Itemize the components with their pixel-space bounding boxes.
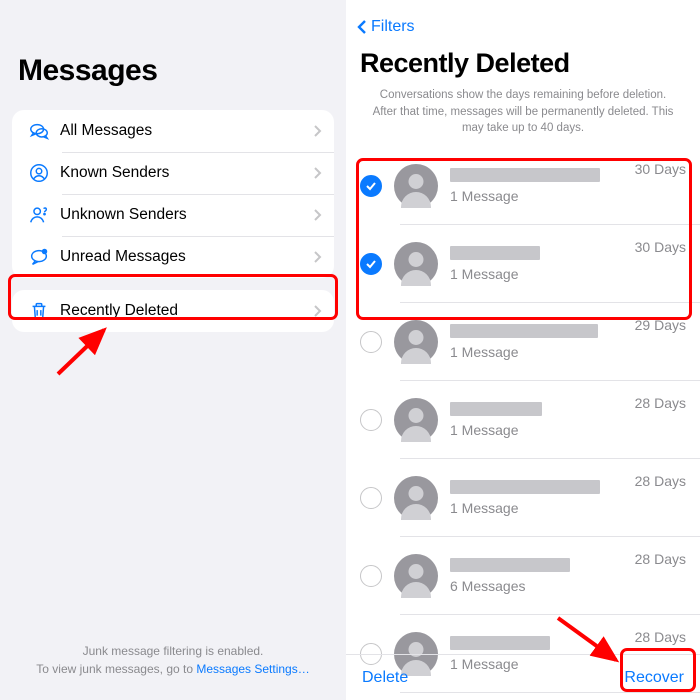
conversation-row[interactable]: 1 Message 30 Days [346, 225, 700, 303]
avatar [394, 398, 438, 442]
footer-note: Junk message filtering is enabled. To vi… [0, 642, 346, 678]
footer-line-1: Junk message filtering is enabled. [0, 642, 346, 660]
filters-card: All Messages Known Senders Unknown Senders… [12, 110, 334, 278]
chevron-right-icon [313, 124, 322, 138]
footer-prefix: To view junk messages, go to [36, 662, 196, 676]
messages-settings-link[interactable]: Messages Settings… [196, 662, 309, 676]
days-remaining: 28 Days [635, 551, 686, 567]
conversation-row[interactable]: 1 Message 28 Days [346, 381, 700, 459]
footer-line-2: To view junk messages, go to Messages Se… [0, 660, 346, 678]
redacted-name [450, 402, 542, 416]
days-remaining: 30 Days [635, 161, 686, 177]
row-label: Unknown Senders [54, 206, 313, 224]
bottom-toolbar: Delete Recover [346, 654, 700, 700]
message-count: 1 Message [450, 344, 688, 360]
avatar [394, 476, 438, 520]
back-label: Filters [371, 18, 415, 36]
avatar [394, 164, 438, 208]
chevron-left-icon [356, 18, 368, 36]
help-text: Conversations show the days remaining be… [346, 87, 700, 147]
redacted-name [450, 636, 550, 650]
message-count: 1 Message [450, 422, 688, 438]
back-to-filters[interactable]: Filters [346, 0, 700, 42]
days-remaining: 29 Days [635, 317, 686, 333]
select-checkbox[interactable] [360, 331, 382, 353]
row-label: Unread Messages [54, 248, 313, 266]
redacted-name [450, 168, 600, 182]
avatar [394, 242, 438, 286]
redacted-name [450, 558, 570, 572]
chevron-right-icon [313, 304, 322, 318]
select-checkbox[interactable] [360, 253, 382, 275]
trash-icon [24, 300, 54, 322]
days-remaining: 30 Days [635, 239, 686, 255]
chevron-right-icon [313, 208, 322, 222]
person-question-icon [24, 204, 54, 226]
recently-deleted-pane: Filters Recently Deleted Conversations s… [346, 0, 700, 700]
conversation-list: 1 Message30 Days1 Message30 Days1 Messag… [346, 147, 700, 693]
message-count: 6 Messages [450, 578, 688, 594]
message-count: 1 Message [450, 266, 688, 282]
filter-row-all-messages[interactable]: All Messages [12, 110, 334, 152]
select-checkbox[interactable] [360, 409, 382, 431]
message-count: 1 Message [450, 188, 688, 204]
select-checkbox[interactable] [360, 487, 382, 509]
filter-row-unknown-senders[interactable]: Unknown Senders [12, 194, 334, 236]
days-remaining: 28 Days [635, 629, 686, 645]
chevron-right-icon [313, 250, 322, 264]
page-title: Recently Deleted [346, 42, 700, 87]
avatar [394, 320, 438, 364]
redacted-name [450, 480, 600, 494]
row-label: Known Senders [54, 164, 313, 182]
recover-button[interactable]: Recover [624, 669, 684, 687]
conversation-row[interactable]: 1 Message 30 Days [346, 147, 700, 225]
redacted-name [450, 324, 598, 338]
bubble-dot-icon [24, 246, 54, 268]
recently-deleted-card: Recently Deleted [12, 290, 334, 332]
conversation-row[interactable]: 1 Message 28 Days [346, 459, 700, 537]
row-label: Recently Deleted [54, 302, 313, 320]
messages-filters-pane: Messages All Messages Known Senders Unknow… [0, 0, 346, 700]
days-remaining: 28 Days [635, 395, 686, 411]
days-remaining: 28 Days [635, 473, 686, 489]
person-circle-icon [24, 162, 54, 184]
chevron-right-icon [313, 166, 322, 180]
select-checkbox[interactable] [360, 565, 382, 587]
conversation-row[interactable]: 1 Message 29 Days [346, 303, 700, 381]
bubbles-icon [24, 120, 54, 142]
page-title: Messages [0, 0, 346, 102]
filter-row-unread-messages[interactable]: Unread Messages [12, 236, 334, 278]
message-count: 1 Message [450, 500, 688, 516]
delete-button[interactable]: Delete [362, 669, 408, 687]
row-label: All Messages [54, 122, 313, 140]
filter-row-known-senders[interactable]: Known Senders [12, 152, 334, 194]
avatar [394, 554, 438, 598]
conversation-row[interactable]: 6 Messages 28 Days [346, 537, 700, 615]
select-checkbox[interactable] [360, 175, 382, 197]
redacted-name [450, 246, 540, 260]
recently-deleted-row[interactable]: Recently Deleted [12, 290, 334, 332]
